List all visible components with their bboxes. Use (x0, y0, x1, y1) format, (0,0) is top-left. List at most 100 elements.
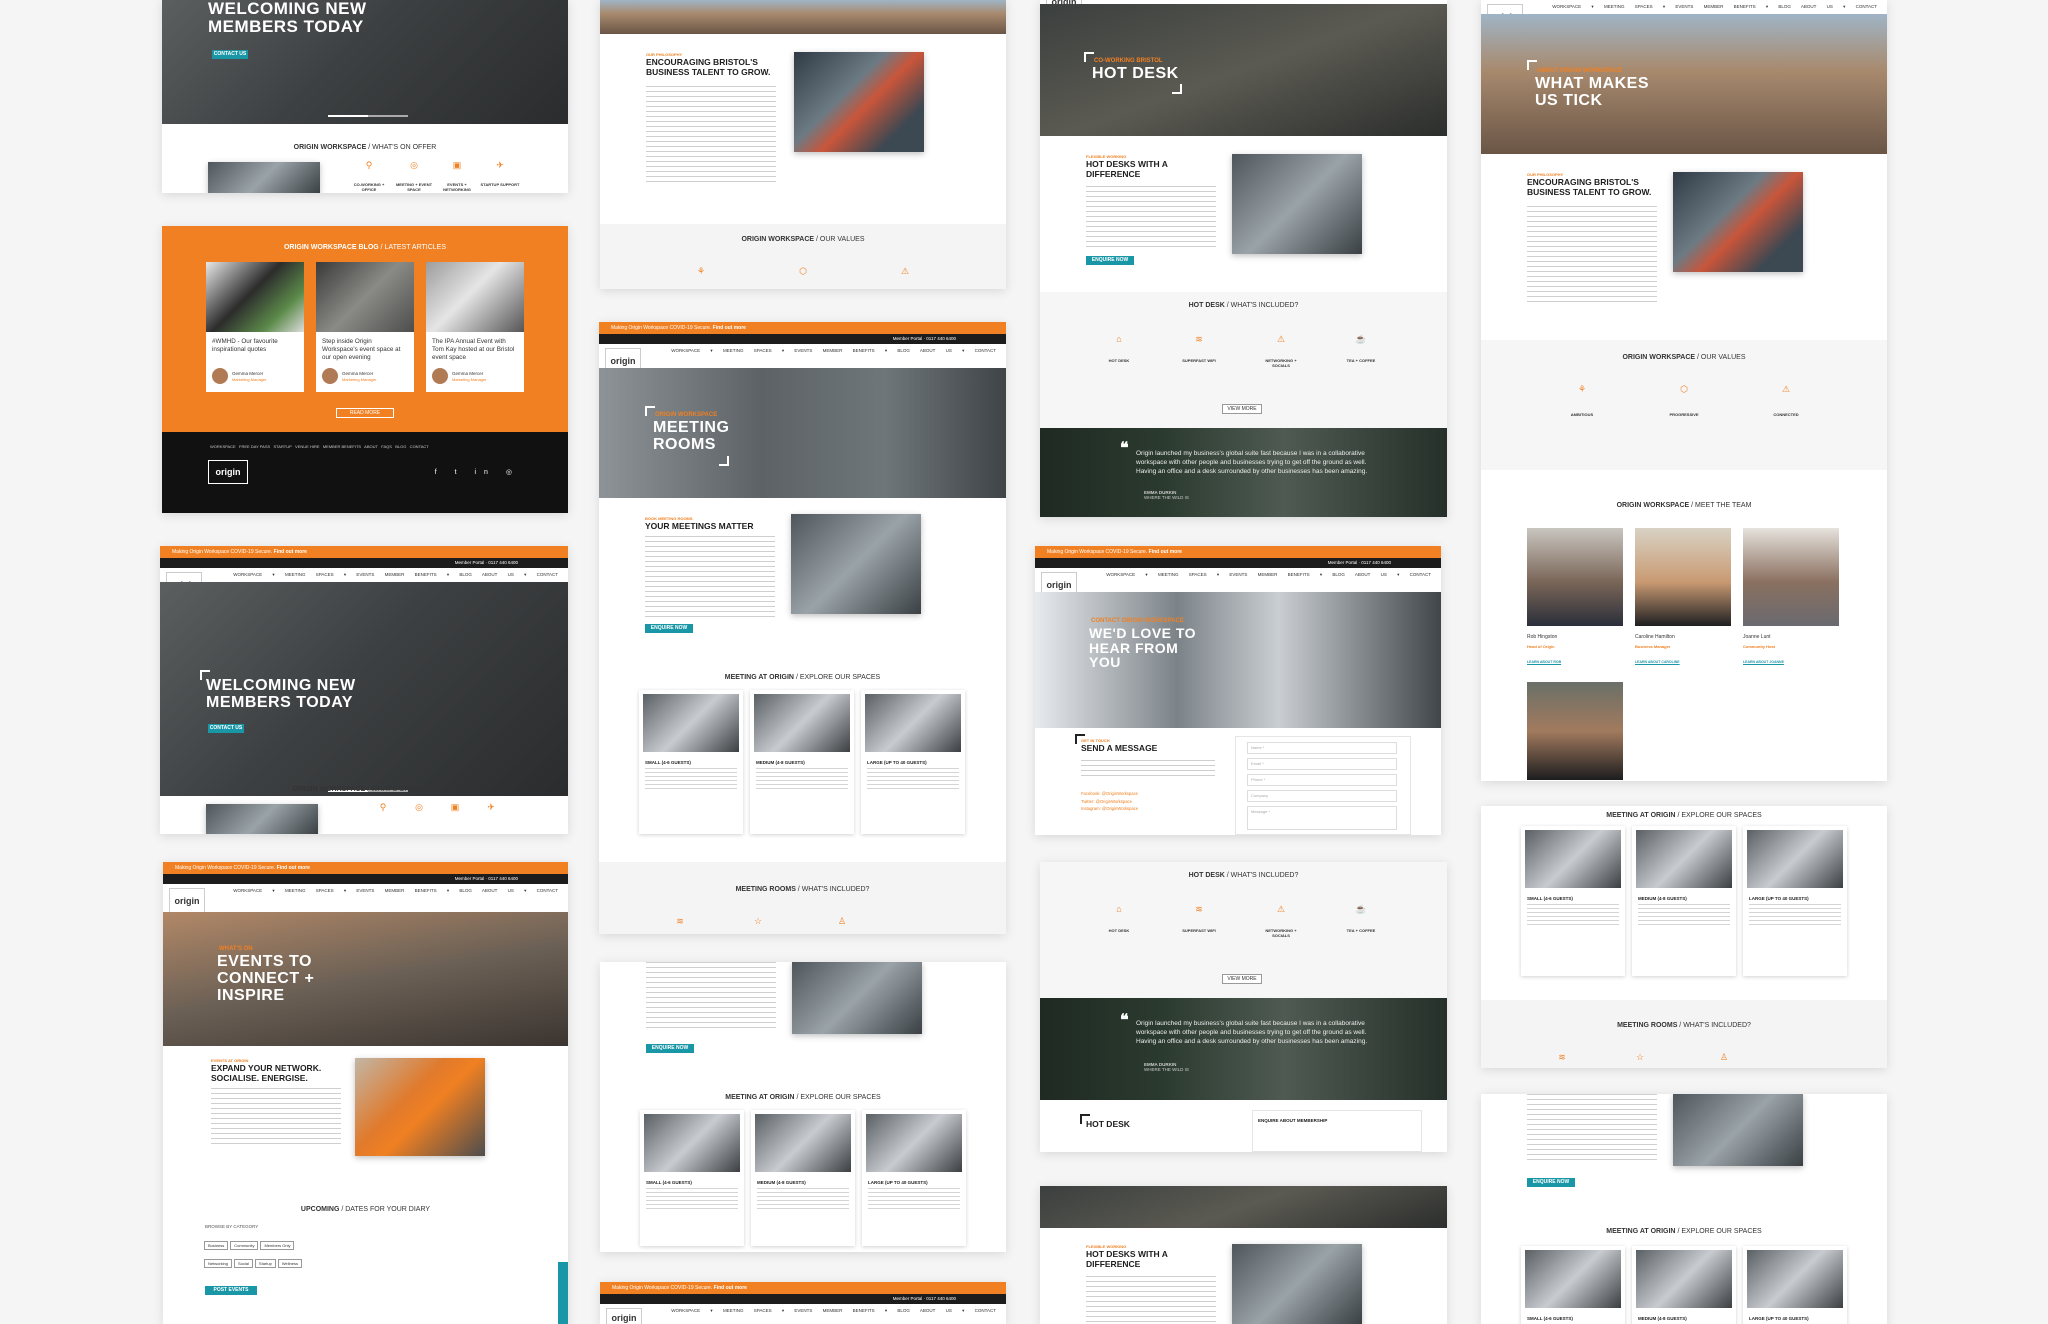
covid-banner[interactable]: Making Origin Workspace COVID-19 Secure.… (1035, 546, 1441, 558)
name-field[interactable]: Name * (1247, 742, 1397, 754)
enquire-now-button[interactable]: ENQUIRE NOW (1086, 256, 1134, 265)
main-nav[interactable]: WORKSPACE ▾ MEETING SPACES ▾ EVENTS MEMB… (1481, 0, 1887, 14)
body-text (1081, 760, 1215, 780)
room-card-medium[interactable]: MEDIUM (4-8 GUESTS) (1632, 826, 1736, 976)
quote-icon: ❝ (1120, 1012, 1129, 1029)
footer-links[interactable]: WORKSPACE FREE DAY PASS STARTUP VENUE HI… (210, 444, 429, 449)
social-links[interactable]: Facebook: @OriginWorkspace Twitter: @Orig… (1081, 790, 1138, 813)
team-photo[interactable] (1527, 682, 1623, 780)
main-nav[interactable]: WORKSPACE ▾ MEETING SPACES ▾ EVENTS MEMB… (599, 344, 1006, 358)
team-link[interactable]: LEARN ABOUT JOANNE (1743, 660, 1784, 664)
room-card-large[interactable]: LARGE (UP TO 40 GUESTS) (862, 1110, 966, 1246)
room-text (1638, 904, 1730, 928)
category-tags[interactable]: Business Community Members OnlyNetworking S… (203, 1234, 313, 1270)
covid-banner[interactable]: Making Origin Workspace COVID-19 Secure.… (163, 862, 568, 874)
site-logo[interactable]: origin (606, 1308, 642, 1324)
room-card-medium[interactable]: MEDIUM (4-8 GUESTS) (751, 1110, 855, 1246)
main-nav[interactable]: WORKSPACE ▾ MEETING SPACES ▾ EVENTS MEMB… (160, 568, 568, 582)
explore-title: MEETING AT ORIGIN / EXPLORE OUR SPACES (1606, 812, 1762, 819)
feature-label: NETWORKING + SOCIALS (1265, 928, 1297, 938)
room-card-small[interactable]: SMALL (4-6 GUESTS) (639, 690, 743, 834)
email-field[interactable]: Email * (1247, 758, 1397, 770)
tag-startup[interactable]: Startup (254, 1259, 276, 1268)
meeting-photo (792, 962, 922, 1034)
room-title: SMALL (4-6 GUESTS) (645, 760, 691, 765)
blog-title[interactable]: Step inside Origin Workspace's event spa… (322, 338, 408, 363)
team-title: ORIGIN WORKSPACE / MEET THE TEAM (1616, 502, 1752, 509)
room-title: LARGE (UP TO 40 GUESTS) (1749, 896, 1809, 901)
blog-card[interactable]: #WMHD - Our favourite inspirational quot… (206, 262, 304, 392)
covid-banner[interactable]: Making Origin Workspace COVID-19 Secure.… (600, 1282, 1006, 1294)
room-card-medium[interactable]: MEDIUM (4-8 GUESTS) (1632, 1246, 1736, 1324)
team-photo[interactable] (1527, 528, 1623, 626)
membership-title: ENQUIRE ABOUT MEMBERSHIP (1258, 1118, 1328, 1123)
slider-indicator[interactable] (328, 115, 408, 117)
hero-corner (1172, 84, 1182, 94)
included-band (599, 862, 1006, 934)
team-role: Head of Origin (1527, 644, 1555, 649)
team-name: Caroline Hamilton (1635, 634, 1675, 640)
room-title: SMALL (4-6 GUESTS) (1527, 896, 1573, 901)
main-nav[interactable]: WORKSPACE ▾ MEETING SPACES ▾ EVENTS MEMB… (600, 1304, 1006, 1318)
tag-social[interactable]: Social (234, 1259, 253, 1268)
tag-business[interactable]: Business (204, 1241, 229, 1250)
main-nav[interactable]: WORKSPACE ▾ MEETING SPACES ▾ EVENTS MEMB… (1035, 568, 1441, 582)
blog-title[interactable]: #WMHD - Our favourite inspirational quot… (212, 338, 298, 354)
room-image (1525, 1250, 1621, 1308)
team-link[interactable]: LEARN ABOUT ROB (1527, 660, 1561, 664)
section-heading: HOT DESKS WITH A DIFFERENCE (1086, 1249, 1168, 1269)
enquire-now-button[interactable]: ENQUIRE NOW (1527, 1178, 1575, 1187)
blog-card[interactable]: Step inside Origin Workspace's event spa… (316, 262, 414, 392)
body-text (1527, 206, 1657, 306)
blog-card[interactable]: The IPA Annual Event with Tom Kay hosted… (426, 262, 524, 392)
team-photo[interactable] (1635, 528, 1731, 626)
post-events-button[interactable]: POST EVENTS (205, 1286, 257, 1295)
room-card-small[interactable]: SMALL (4-6 GUESTS) (1521, 1246, 1625, 1324)
footer-logo[interactable]: origin (208, 460, 248, 484)
view-more-button[interactable]: VIEW MORE (1222, 974, 1262, 984)
tag-community[interactable]: Community (230, 1241, 259, 1250)
room-card-small[interactable]: SMALL (4-6 GUESTS) (640, 1110, 744, 1246)
enquire-now-button[interactable]: ENQUIRE NOW (645, 624, 693, 633)
covid-banner[interactable]: Making Origin Workspace COVID-19 Secure.… (160, 546, 568, 558)
enquire-now-button[interactable]: ENQUIRE NOW (646, 1044, 694, 1053)
room-card-medium[interactable]: MEDIUM (4-8 GUESTS) (750, 690, 854, 834)
contact-us-button[interactable]: CONTACT US (208, 724, 244, 733)
contact-us-button[interactable]: CONTACT US (212, 50, 248, 59)
team-photo[interactable] (1743, 528, 1839, 626)
social-icons[interactable]: f t in ◎ (435, 468, 520, 476)
value-label: AMBITIOUS (1570, 412, 1594, 417)
covid-banner[interactable]: Making Origin Workspace COVID-19 Secure.… (599, 322, 1006, 334)
team-link[interactable]: LEARN ABOUT CAROLINE (1635, 660, 1680, 664)
tag-networking[interactable]: Networking (204, 1259, 233, 1268)
room-text (1527, 904, 1619, 928)
events-icon: ▣ (452, 160, 462, 170)
room-card-large[interactable]: LARGE (UP TO 40 GUESTS) (1743, 826, 1847, 976)
side-tab[interactable] (558, 1262, 568, 1324)
team-name: Joanne Lunt (1743, 634, 1771, 640)
tag-wellness[interactable]: Wellness (277, 1259, 302, 1268)
phone-field[interactable]: Phone * (1247, 774, 1397, 786)
progressive-icon: ⬡ (799, 266, 807, 276)
room-card-small[interactable]: SMALL (4-6 GUESTS) (1521, 826, 1625, 976)
site-logo[interactable]: origin (169, 888, 205, 914)
main-nav[interactable]: WORKSPACE ▾ MEETING SPACES ▾ EVENTS MEMB… (163, 884, 568, 898)
read-more-button[interactable]: READ MORE (336, 408, 394, 418)
room-card-large[interactable]: LARGE (UP TO 40 GUESTS) (861, 690, 965, 834)
blog-title[interactable]: The IPA Annual Event with Tom Kay hosted… (432, 338, 518, 363)
company-field[interactable]: Company (1247, 790, 1397, 802)
view-more-button[interactable]: VIEW MORE (1222, 404, 1262, 414)
offer-label: EVENTS + NETWORKING (443, 182, 471, 192)
screenshot-meeting-rooms: Making Origin Workspace COVID-19 Secure.… (599, 322, 1006, 934)
message-field[interactable]: Message * (1247, 806, 1397, 830)
wifi-icon: ≋ (1195, 334, 1203, 344)
room-card-large[interactable]: LARGE (UP TO 40 GUESTS) (1743, 1246, 1847, 1324)
tag-members[interactable]: Members Only (260, 1241, 295, 1250)
room-text (868, 1188, 960, 1212)
room-image (1747, 830, 1843, 888)
phone-number[interactable]: 0117 440 6400 (488, 560, 518, 565)
hero-kicker: CONTACT ORIGIN WORKSPACE (1091, 618, 1184, 624)
quote-author: EMMA DURKIN WHERE THE WILD IS (1144, 490, 1189, 500)
browse-label: BROWSE BY CATEGORY (205, 1224, 259, 1229)
member-portal-link[interactable]: Member Portal (455, 560, 485, 565)
